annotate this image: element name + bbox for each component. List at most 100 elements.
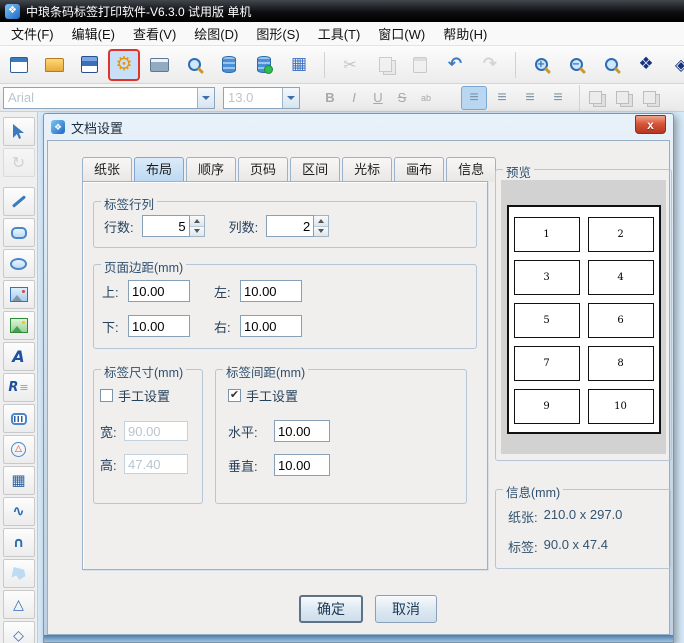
gap-horizontal-input[interactable] <box>274 420 330 442</box>
page-margins-group: 页面边距(mm) 上: 左: 下: 右: <box>93 257 477 349</box>
polygon-tool-button[interactable] <box>2 559 35 588</box>
font-family-select[interactable]: Arial <box>3 86 215 109</box>
group-title: 预览 <box>503 162 535 181</box>
dialog-titlebar[interactable]: ❖ 文档设置 <box>44 114 673 140</box>
align-justify-button[interactable]: ≡ <box>546 87 570 109</box>
rows-input[interactable] <box>141 215 190 237</box>
rounded-rect-tool-button[interactable] <box>2 218 35 247</box>
zoom-out-button[interactable] <box>562 51 590 79</box>
rows-label: 行数: <box>104 219 134 235</box>
menu-view[interactable]: 查看(V) <box>124 22 185 45</box>
label-width-input <box>124 421 188 441</box>
text-tool-icon: A <box>12 346 25 366</box>
menu-edit[interactable]: 编辑(E) <box>63 22 124 45</box>
margin-left-input[interactable] <box>240 280 302 302</box>
cols-stepper[interactable] <box>314 215 330 237</box>
menu-tools[interactable]: 工具(T) <box>309 22 370 45</box>
ellipse-tool-button[interactable] <box>2 249 35 278</box>
preview-label-cell: 1 <box>513 217 580 252</box>
triangle-tool-button[interactable]: △ <box>2 590 35 619</box>
toolbar-separator <box>324 51 325 78</box>
diamond-tool-button[interactable]: ◇ <box>2 621 35 643</box>
rich-text-tool-button[interactable] <box>2 373 35 402</box>
margin-bottom-input[interactable] <box>128 315 190 337</box>
image-tool-button[interactable] <box>2 280 35 309</box>
database-icon <box>222 56 236 73</box>
align-right-button[interactable]: ≡ <box>518 87 542 109</box>
document-setup-button[interactable]: ⚙ <box>110 50 138 79</box>
cols-input[interactable] <box>266 215 315 237</box>
grid-button[interactable]: ▦ <box>285 51 313 79</box>
fit-selection-button[interactable]: ◈ <box>667 51 684 79</box>
select-tool-button[interactable] <box>2 117 35 146</box>
fit-window-button[interactable]: ❖ <box>632 51 660 79</box>
menu-shape[interactable]: 图形(S) <box>247 22 308 45</box>
picture-tool-button[interactable] <box>2 311 35 340</box>
rows-stepper[interactable] <box>189 215 205 237</box>
text-tool-button[interactable]: A <box>2 342 35 371</box>
strikethrough-button: S <box>397 90 407 105</box>
tab-cursor[interactable]: 光标 <box>342 157 393 182</box>
menu-help[interactable]: 帮助(H) <box>434 22 496 45</box>
triangle-tool-icon: △ <box>13 596 24 613</box>
close-icon: x <box>647 117 654 132</box>
database-button[interactable] <box>215 51 243 79</box>
cancel-button[interactable]: 取消 <box>375 595 437 623</box>
zoom-find-button[interactable] <box>597 51 625 79</box>
copy-icon <box>378 57 392 72</box>
tab-canvas[interactable]: 画布 <box>394 157 445 182</box>
barcode-tool-button[interactable] <box>2 404 35 433</box>
print-preview-button[interactable] <box>180 51 208 79</box>
arc-tool-button[interactable]: ∩ <box>2 528 35 557</box>
group-title: 标签尺寸(mm) <box>101 362 187 381</box>
tab-order[interactable]: 顺序 <box>186 157 237 182</box>
undo-button[interactable]: ↶ <box>441 51 469 79</box>
label-gap-manual-checkbox[interactable] <box>228 389 241 402</box>
open-icon <box>44 57 64 72</box>
open-button[interactable] <box>40 51 68 79</box>
save-button[interactable] <box>75 51 103 79</box>
rotate-tool-button: ↻ <box>2 148 35 177</box>
dialog-title: 文档设置 <box>71 120 124 136</box>
tab-info[interactable]: 信息 <box>446 157 497 182</box>
qrcode-tool-button[interactable]: ▦ <box>2 466 35 495</box>
close-button[interactable]: x <box>635 115 666 134</box>
new-document-button[interactable] <box>5 51 33 79</box>
tab-page-number[interactable]: 页码 <box>238 157 289 182</box>
ok-button[interactable]: 确定 <box>299 595 363 623</box>
tab-range[interactable]: 区间 <box>290 157 341 182</box>
window-titlebar: ❖ 中琅条码标签打印软件-V6.3.0 试用版 单机 <box>0 0 684 22</box>
rich-text-tool-icon <box>8 381 28 394</box>
cols-label: 列数: <box>228 219 259 235</box>
gap-vertical-input[interactable] <box>274 454 330 476</box>
chevron-down-icon[interactable] <box>197 87 214 108</box>
label-size-value: 90.0 x 47.4 <box>543 537 608 552</box>
document-setup-icon: ⚙ <box>115 53 133 75</box>
diamond-tool-icon: ◇ <box>13 627 24 643</box>
margin-right-input[interactable] <box>240 315 302 337</box>
curve-tool-button[interactable]: ∿ <box>2 497 35 526</box>
label-height-input <box>124 454 188 474</box>
label-size-manual-checkbox[interactable] <box>100 389 113 402</box>
database-connected-button[interactable] <box>250 51 278 79</box>
fit-selection-icon: ◈ <box>675 56 684 73</box>
preview-group: 预览 1 2 3 4 5 6 7 8 9 10 <box>495 162 672 461</box>
zoom-in-button[interactable] <box>527 51 555 79</box>
align-left-button[interactable]: ≡ <box>462 86 486 109</box>
menu-draw[interactable]: 绘图(D) <box>185 22 247 45</box>
label-size-group: 标签尺寸(mm) 手工设置 宽: 高: <box>93 362 203 504</box>
tab-layout[interactable]: 布局 <box>134 157 185 182</box>
tab-paper[interactable]: 纸张 <box>82 157 133 182</box>
menu-window[interactable]: 窗口(W) <box>369 22 434 45</box>
rounded-rect-tool-icon <box>10 226 27 239</box>
font-size-select[interactable]: 13.0 <box>223 86 300 109</box>
shape-tool-button[interactable] <box>2 435 35 464</box>
align-center-button[interactable]: ≡ <box>490 87 514 109</box>
menu-file[interactable]: 文件(F) <box>2 22 63 45</box>
margin-top-input[interactable] <box>128 280 190 302</box>
chevron-down-icon[interactable] <box>282 87 299 108</box>
preview-label-cell: 6 <box>587 303 654 338</box>
preview-label-cell: 2 <box>587 217 654 252</box>
print-button[interactable] <box>145 51 173 79</box>
line-tool-button[interactable] <box>2 187 35 216</box>
